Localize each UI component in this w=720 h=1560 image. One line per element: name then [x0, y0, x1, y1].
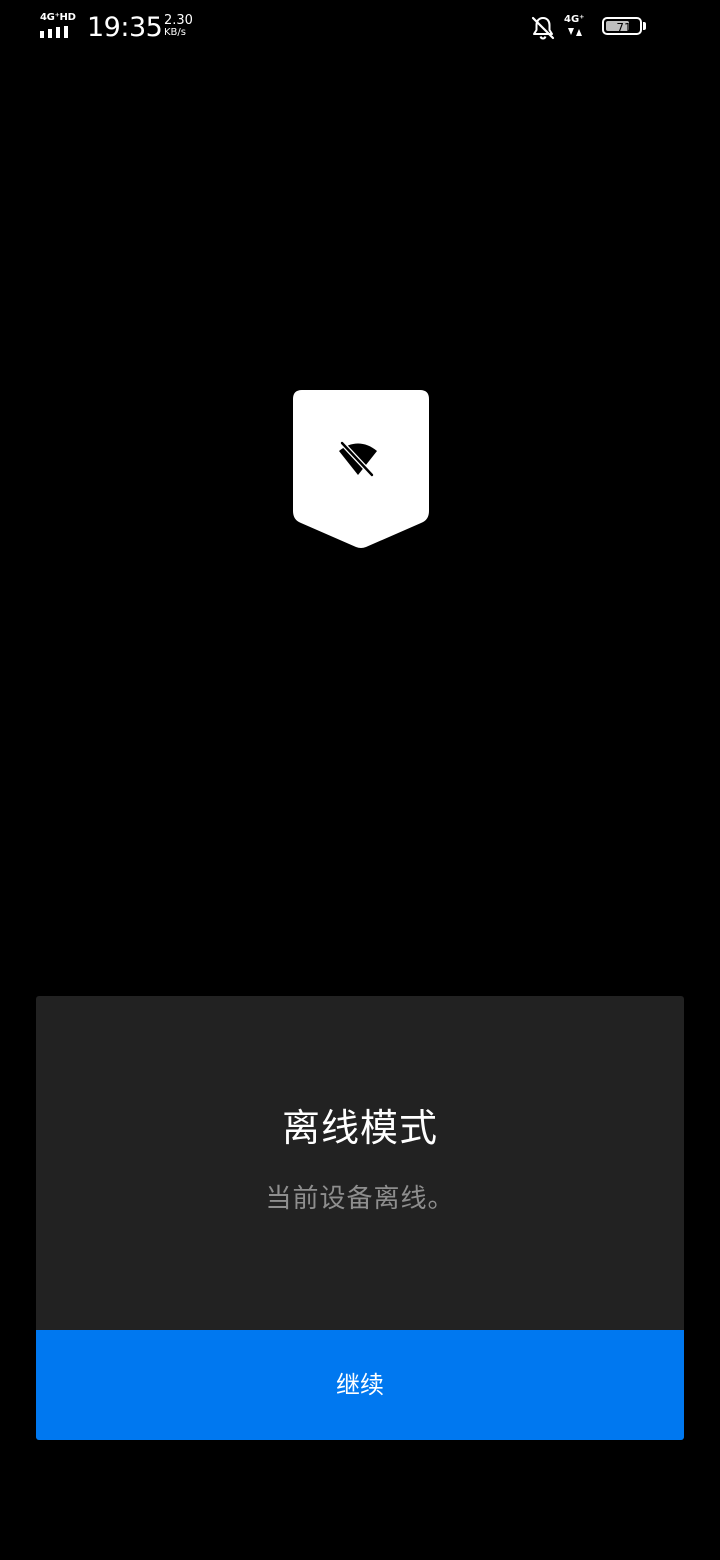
network-type-label: 4G⁺HD — [40, 12, 76, 23]
status-bar: 4G⁺HD 19:35 2.30 KB/s 4G⁺ 71 — [0, 0, 720, 56]
cellular-signal: 4G⁺HD — [40, 12, 80, 42]
bell-muted-icon — [531, 16, 555, 40]
mobile-data-indicator: 4G⁺ — [564, 14, 594, 42]
network-speed-unit: KB/s — [164, 27, 186, 38]
wifi-off-icon — [339, 440, 377, 478]
status-right-group: 4G⁺ 71 — [530, 14, 680, 42]
battery-level: 71 — [616, 21, 632, 35]
mobile-data-label: 4G⁺ — [564, 14, 585, 25]
network-speed: 2.30 KB/s — [164, 13, 204, 38]
continue-button[interactable]: 继续 — [36, 1330, 684, 1440]
offline-dialog: 离线模式 当前设备离线。 继续 — [36, 996, 684, 1440]
signal-bars-icon — [40, 26, 68, 38]
battery-shell: 71 — [602, 17, 642, 35]
battery-icon: 71 — [602, 17, 646, 37]
network-speed-value: 2.30 — [164, 13, 193, 28]
dialog-title: 离线模式 — [281, 1106, 438, 1150]
data-arrows-icon — [568, 28, 582, 36]
dialog-message: 当前设备离线。 — [265, 1184, 455, 1214]
battery-nub — [643, 22, 646, 30]
screen: 4G⁺HD 19:35 2.30 KB/s 4G⁺ 71 离线模式 当前设备离线… — [0, 0, 720, 1560]
offline-badge — [292, 389, 430, 551]
clock: 19:35 — [87, 12, 163, 43]
